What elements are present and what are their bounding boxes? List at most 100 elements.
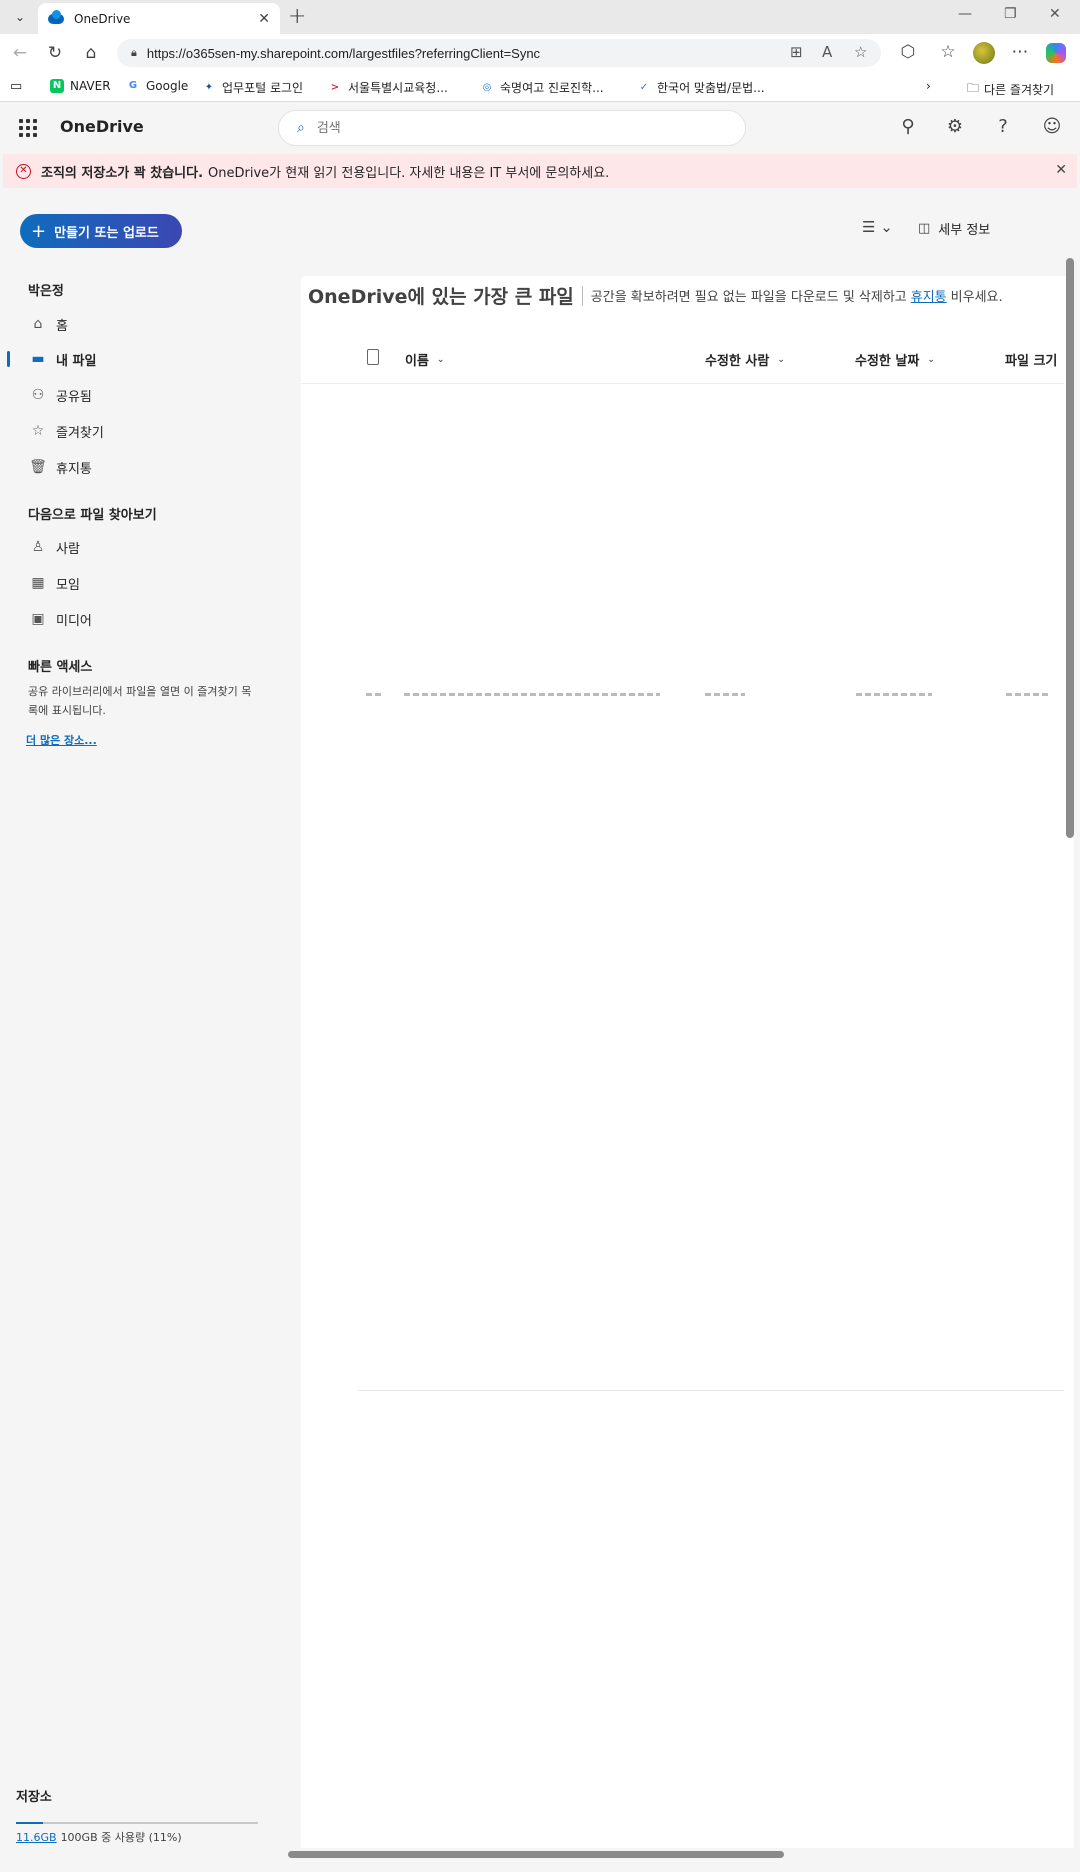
- page-heading: OneDrive에 있는 가장 큰 파일 공간을 확보하려면 필요 없는 파일을…: [308, 282, 1003, 309]
- heading-divider: [581, 285, 583, 306]
- back-arrow-icon[interactable]: ←: [8, 43, 32, 63]
- app-name[interactable]: OneDrive: [60, 117, 144, 136]
- nav-item-people[interactable]: ♙ 사람: [28, 535, 80, 559]
- window-close-icon[interactable]: ✕: [1049, 6, 1061, 22]
- work-portal-icon: ✦: [204, 81, 214, 93]
- search-icon: ⌕: [297, 120, 305, 136]
- plus-icon: +: [31, 220, 47, 242]
- bookmark-work-portal[interactable]: ✦ 업무포털 로그인: [202, 79, 303, 96]
- other-favorites-folder[interactable]: 🗀︎ 다른 즐겨찾기: [967, 79, 1054, 100]
- quick-access-description: 공유 라이브러리에서 파일을 열면 이 즐겨찾기 목록에 표시됩니다.: [28, 685, 252, 717]
- favorites-icon[interactable]: ☆: [936, 42, 960, 62]
- spelling-check-icon: ✓: [639, 81, 649, 93]
- nav-item-recycle-bin[interactable]: 🗑︎ 휴지통: [28, 455, 92, 479]
- home-icon: ⌂: [33, 316, 43, 332]
- storage-full-banner: ✕ 조직의 저장소가 꽉 찼습니다. OneDrive가 현재 읽기 전용입니다…: [3, 154, 1077, 188]
- url-text: https://o365sen-my.sharepoint.com/larges…: [146, 45, 541, 61]
- people-icon: ⚇: [31, 387, 45, 403]
- copilot-icon[interactable]: [1046, 43, 1066, 63]
- browse-files-heading: 다음으로 파일 찾아보기: [28, 508, 157, 523]
- url-bar[interactable]: 🔒︎ https://o365sen-my.sharepoint.com/lar…: [117, 39, 881, 67]
- chevron-down-icon: ⌄: [927, 354, 935, 365]
- refresh-icon[interactable]: ↻: [43, 43, 67, 63]
- app-launcher-waffle-icon[interactable]: [19, 119, 37, 137]
- more-places-link[interactable]: 더 많은 장소...: [26, 732, 97, 748]
- bookmark-naver[interactable]: N NAVER: [50, 79, 111, 93]
- storage-used-link[interactable]: 11.6GB: [16, 1831, 57, 1844]
- restore-icon[interactable]: ❐: [1004, 6, 1017, 22]
- storage-usage-text: 11.6GB 100GB 중 사용량 (11%): [16, 1831, 182, 1844]
- new-tab-plus-icon[interactable]: +: [288, 4, 306, 29]
- nav-item-my-files[interactable]: ▬ 내 파일: [28, 347, 96, 371]
- tab-close-icon[interactable]: ✕: [258, 11, 270, 27]
- onedrive-cloud-icon: [48, 9, 64, 24]
- tab-actions-chevron-icon[interactable]: ⌄: [8, 7, 32, 27]
- create-or-upload-button[interactable]: + 만들기 또는 업로드: [20, 214, 182, 248]
- column-name[interactable]: 이름 ⌄: [405, 350, 444, 369]
- page-subtext: 공간을 확보하려면 필요 없는 파일을 다운로드 및 삭제하고 휴지통 비우세요.: [590, 290, 1003, 305]
- bookmark-google[interactable]: G Google: [126, 79, 188, 93]
- chevron-down-icon: ⌄: [777, 354, 785, 365]
- bookmarks-panel-icon[interactable]: ▭: [10, 79, 22, 94]
- folder-icon: ▬: [31, 351, 45, 367]
- nav-item-shared[interactable]: ⚇ 공유됨: [28, 383, 92, 407]
- chevron-down-icon: ⌄: [436, 354, 445, 365]
- column-modified-date[interactable]: 수정한 날짜 ⌄: [855, 350, 935, 369]
- nav-item-home[interactable]: ⌂ 홈: [28, 312, 68, 336]
- lock-icon: 🔒︎: [131, 46, 137, 59]
- file-list-column-header: 이름 ⌄ 수정한 사람 ⌄ 수정한 날짜 ⌄ 파일 크기: [301, 334, 1064, 384]
- quick-access-heading: 빠른 액세스: [28, 660, 93, 675]
- more-options-icon[interactable]: ⋯: [1008, 42, 1032, 62]
- column-modified-by[interactable]: 수정한 사람 ⌄: [705, 350, 785, 369]
- bookmarks-overflow-chevron-icon[interactable]: ›: [926, 79, 931, 93]
- horizontal-scrollbar[interactable]: [288, 1851, 784, 1858]
- home-icon[interactable]: ⌂: [79, 43, 103, 63]
- file-list-card: [301, 276, 1074, 1848]
- minimize-icon[interactable]: —: [958, 6, 972, 22]
- trash-icon: 🗑︎: [29, 459, 47, 475]
- page-title: OneDrive에 있는 가장 큰 파일: [308, 286, 574, 308]
- loading-row-file-size: [1006, 693, 1048, 696]
- search-box[interactable]: ⌕: [278, 110, 746, 146]
- image-icon: ▣: [31, 611, 45, 627]
- settings-gear-icon[interactable]: ⚙: [943, 116, 967, 137]
- file-type-icon[interactable]: [367, 349, 379, 365]
- account-person-icon[interactable]: ☺: [1040, 116, 1064, 137]
- bookmark-sookmyung[interactable]: ◎ 숙명여고 진로진학...: [480, 79, 604, 96]
- bookmark-korean-spelling[interactable]: ✓ 한국어 맞춤법/문법...: [637, 79, 765, 96]
- profile-avatar[interactable]: [973, 42, 995, 64]
- browser-tab-onedrive[interactable]: OneDrive ✕: [38, 3, 280, 34]
- address-toolbar: ← ↻ ⌂ 🔒︎ https://o365sen-my.sharepoint.c…: [0, 34, 1080, 72]
- app-available-icon[interactable]: ⊞: [790, 43, 803, 61]
- bookmark-seoul-education[interactable]: > 서울특별시교육청...: [328, 79, 448, 96]
- view-options-icon[interactable]: ☰ ⌄: [862, 218, 893, 236]
- read-aloud-icon[interactable]: A: [822, 43, 832, 61]
- error-circle-icon: ✕: [16, 163, 31, 179]
- onedrive-header: OneDrive ⌕ ⚲ ⚙ ? ☺: [0, 102, 1080, 154]
- share-feedback-icon[interactable]: ⚲: [896, 116, 920, 137]
- nav-item-media[interactable]: ▣ 미디어: [28, 607, 92, 631]
- loading-row-name: [404, 693, 660, 696]
- column-file-size[interactable]: 파일 크기: [1005, 350, 1057, 369]
- recycle-bin-link[interactable]: 휴지통: [911, 290, 947, 305]
- storage-usage-bar: [16, 1822, 258, 1824]
- star-icon: ☆: [31, 423, 45, 439]
- storage-usage-fill: [16, 1822, 43, 1824]
- details-pane-button[interactable]: ◫ 세부 정보: [918, 219, 990, 238]
- search-input[interactable]: [316, 120, 697, 136]
- extensions-puzzle-icon[interactable]: ⬡: [896, 42, 920, 62]
- loading-row-modified-date: [856, 693, 932, 696]
- nav-item-favorites[interactable]: ☆ 즐겨찾기: [28, 419, 104, 443]
- banner-close-icon[interactable]: ✕: [1055, 162, 1067, 178]
- banner-message: OneDrive가 현재 읽기 전용입니다. 자세한 내용은 IT 부서에 문의…: [208, 165, 610, 181]
- calendar-icon: ▦: [31, 575, 45, 591]
- help-question-icon[interactable]: ?: [991, 116, 1015, 137]
- browser-tab-bar: ⌄ OneDrive ✕ + — ❐ ✕: [0, 0, 1080, 34]
- favorite-star-icon[interactable]: ☆: [854, 43, 867, 61]
- person-icon: ♙: [31, 539, 45, 555]
- vertical-scrollbar[interactable]: [1066, 258, 1074, 838]
- sookmyung-icon: ◎: [482, 81, 492, 93]
- tab-title: OneDrive: [74, 11, 131, 26]
- nav-item-meetings[interactable]: ▦ 모임: [28, 571, 80, 595]
- seoul-education-icon: >: [330, 81, 340, 93]
